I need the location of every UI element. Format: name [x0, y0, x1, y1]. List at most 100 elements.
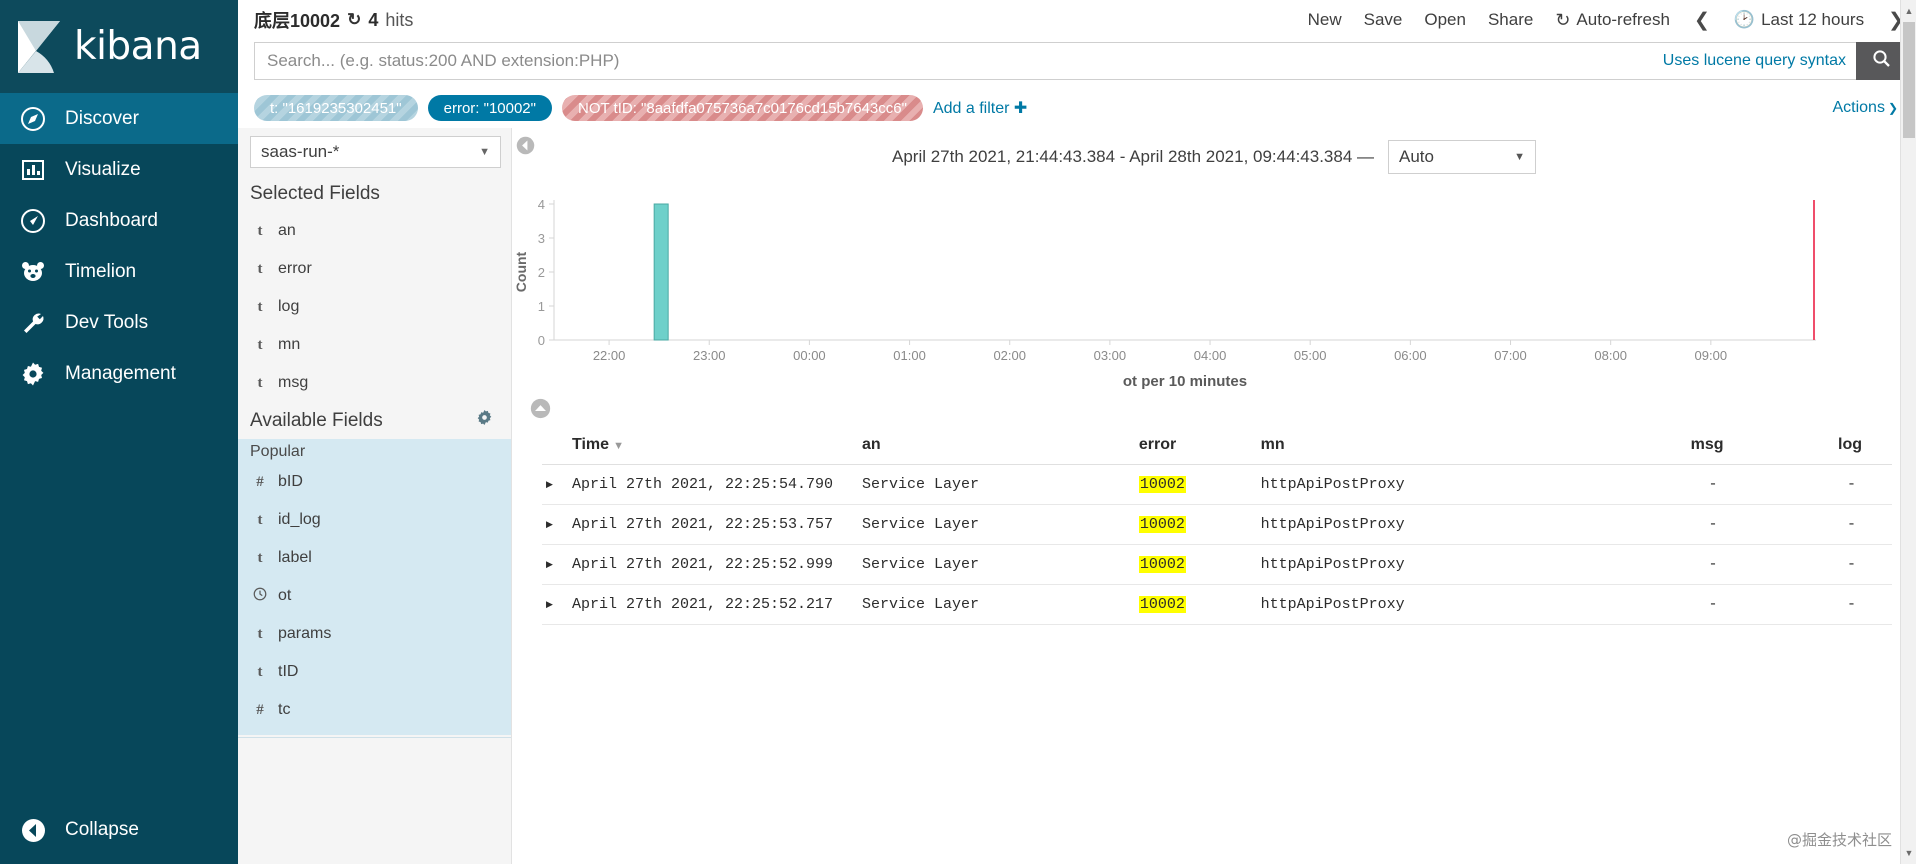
gear-icon[interactable] — [476, 409, 493, 432]
field-row-params[interactable]: t params — [238, 615, 511, 653]
cell-an: Service Layer — [858, 464, 1135, 505]
index-pattern-select[interactable]: saas-run-* ▼ — [250, 136, 501, 168]
field-row-mn[interactable]: t mn — [238, 326, 511, 364]
cell-msg: - — [1593, 584, 1764, 625]
field-row-bid[interactable]: # bID — [238, 463, 511, 501]
chevron-up-circle-icon[interactable] — [530, 398, 551, 423]
field-row-msg[interactable]: t msg — [238, 364, 511, 402]
sidebar-item-label: Discover — [65, 107, 139, 129]
share-button[interactable]: Share — [1488, 10, 1533, 30]
search-submit-button[interactable] — [1856, 42, 1906, 80]
nav-items: Discover Visualize Dashboard Timelion De… — [0, 93, 238, 399]
actions-label: Actions — [1832, 99, 1885, 116]
field-row-an[interactable]: t an — [238, 212, 511, 250]
column-header-error[interactable]: error — [1134, 430, 1257, 465]
row-expand-button[interactable]: ▶ — [542, 504, 568, 545]
filter-pill-t[interactable]: t: "1619235302451" — [254, 95, 418, 121]
refresh-loop-icon[interactable]: ↻ — [347, 10, 361, 30]
field-type-icon: t — [257, 222, 263, 239]
field-type-icon: t — [257, 336, 263, 353]
table-row[interactable]: ▶ April 27th 2021, 22:25:53.757 Service La… — [542, 504, 1892, 545]
column-header-expand — [542, 430, 568, 465]
open-button[interactable]: Open — [1424, 10, 1466, 30]
main-region: 底层10002 ↻ 4 hits New Save Open Share ↻ A… — [238, 0, 1916, 864]
cell-time: April 27th 2021, 22:25:53.757 — [568, 504, 858, 545]
nav-collapse-button[interactable]: Collapse — [0, 808, 238, 852]
selected-fields-list: t an t error t log t mn t msg — [238, 212, 511, 402]
save-button[interactable]: Save — [1364, 10, 1403, 30]
actions-menu-button[interactable]: Actions ❯ — [1832, 99, 1906, 117]
field-row-tc[interactable]: # tc — [238, 691, 511, 729]
hits-label: hits — [385, 9, 414, 30]
table-row[interactable]: ▶ April 27th 2021, 22:25:52.217 Service La… — [542, 584, 1892, 625]
time-picker-button[interactable]: 🕑 Last 12 hours — [1734, 10, 1864, 30]
sidebar-item-discover[interactable]: Discover — [0, 93, 238, 144]
kibana-logo-icon — [14, 19, 68, 75]
index-pattern-value: saas-run-* — [261, 142, 340, 161]
row-expand-button[interactable]: ▶ — [542, 584, 568, 625]
field-row-id-log[interactable]: t id_log — [238, 501, 511, 539]
vertical-scrollbar[interactable]: ▲ ▼ — [1900, 0, 1916, 864]
histogram-chart[interactable]: 0 1 2 3 4 Count 22:00 23:00 00:00 01:00 02:00 03:00… — [512, 180, 1896, 398]
column-header-an[interactable]: an — [858, 430, 1135, 465]
app-logo[interactable]: kibana — [0, 0, 238, 93]
svg-text:07:00: 07:00 — [1494, 348, 1527, 363]
scroll-down-arrow-icon[interactable]: ▼ — [1901, 844, 1916, 862]
cell-time: April 27th 2021, 22:25:54.790 — [568, 464, 858, 505]
sidebar-item-visualize[interactable]: Visualize — [0, 144, 238, 195]
column-header-log[interactable]: log — [1763, 430, 1892, 465]
field-name: log — [278, 298, 300, 315]
top-nav-actions: New Save Open Share ↻ Auto-refresh ❮ 🕑 L… — [1308, 9, 1916, 32]
filter-pill-error[interactable]: error: "10002" — [427, 95, 552, 121]
sidebar-item-management[interactable]: Management — [0, 348, 238, 399]
field-name: params — [278, 625, 332, 642]
field-row-error[interactable]: t error — [238, 250, 511, 288]
filter-pill-not-tid[interactable]: NOT tID: "8aafdfa075736a7c0176cd15b7643c… — [561, 95, 923, 121]
discover-content: saas-run-* ▼ Selected Fields t an t erro… — [238, 128, 1916, 864]
field-row-label[interactable]: t label — [238, 539, 511, 577]
add-filter-button[interactable]: Add a filter ✚ — [933, 98, 1027, 118]
new-button[interactable]: New — [1308, 10, 1342, 30]
field-sidebar: saas-run-* ▼ Selected Fields t an t erro… — [238, 128, 512, 864]
field-name: bID — [278, 473, 303, 490]
row-expand-button[interactable]: ▶ — [542, 544, 568, 585]
sidebar-item-dev-tools[interactable]: Dev Tools — [0, 297, 238, 348]
documents-table: Time ▼ an error mn msg log ▶ April 27th 20… — [542, 430, 1892, 625]
field-name: id_log — [278, 511, 321, 528]
svg-text:08:00: 08:00 — [1594, 348, 1627, 363]
search-input[interactable] — [254, 42, 1653, 80]
sidebar-item-timelion[interactable]: Timelion — [0, 246, 238, 297]
scroll-up-arrow-icon[interactable]: ▲ — [1901, 2, 1916, 20]
lucene-syntax-link[interactable]: Uses lucene query syntax — [1652, 42, 1856, 80]
auto-refresh-button[interactable]: ↻ Auto-refresh — [1555, 10, 1670, 31]
sidebar-item-dashboard[interactable]: Dashboard — [0, 195, 238, 246]
row-expand-button[interactable]: ▶ — [542, 464, 568, 505]
compass-icon — [14, 106, 52, 132]
scrollbar-thumb[interactable] — [1903, 22, 1915, 138]
query-bar: Uses lucene query syntax — [238, 40, 1916, 88]
table-row[interactable]: ▶ April 27th 2021, 22:25:52.999 Service La… — [542, 544, 1892, 585]
query-bar-inner: Uses lucene query syntax — [254, 42, 1906, 80]
caret-down-icon[interactable]: ▼ — [613, 440, 624, 452]
time-prev-button[interactable]: ❮ — [1692, 9, 1712, 32]
field-name: label — [278, 549, 312, 566]
svg-text:06:00: 06:00 — [1394, 348, 1427, 363]
cell-an: Service Layer — [858, 584, 1135, 625]
interval-select[interactable]: Auto ▼ — [1388, 140, 1537, 174]
chevron-down-icon: ▼ — [479, 146, 490, 158]
cell-mn: httpApiPostProxy — [1256, 584, 1594, 625]
popular-fields-group: Popular # bID t id_log t label ot t para… — [238, 439, 511, 735]
chevron-left-circle-icon[interactable] — [516, 136, 535, 155]
field-row-partial[interactable] — [238, 740, 511, 778]
table-row[interactable]: ▶ April 27th 2021, 22:25:54.790 Service La… — [542, 464, 1892, 505]
field-row-tid[interactable]: t tID — [238, 653, 511, 691]
column-header-time[interactable]: Time ▼ — [568, 430, 858, 465]
column-header-mn[interactable]: mn — [1256, 430, 1594, 465]
field-row-log[interactable]: t log — [238, 288, 511, 326]
svg-text:Count: Count — [513, 251, 529, 292]
chevron-left-circle-icon — [14, 818, 52, 843]
sidebar-item-label: Visualize — [65, 158, 141, 180]
column-header-msg[interactable]: msg — [1593, 430, 1764, 465]
svg-text:22:00: 22:00 — [593, 348, 626, 363]
field-row-ot[interactable]: ot — [238, 577, 511, 615]
